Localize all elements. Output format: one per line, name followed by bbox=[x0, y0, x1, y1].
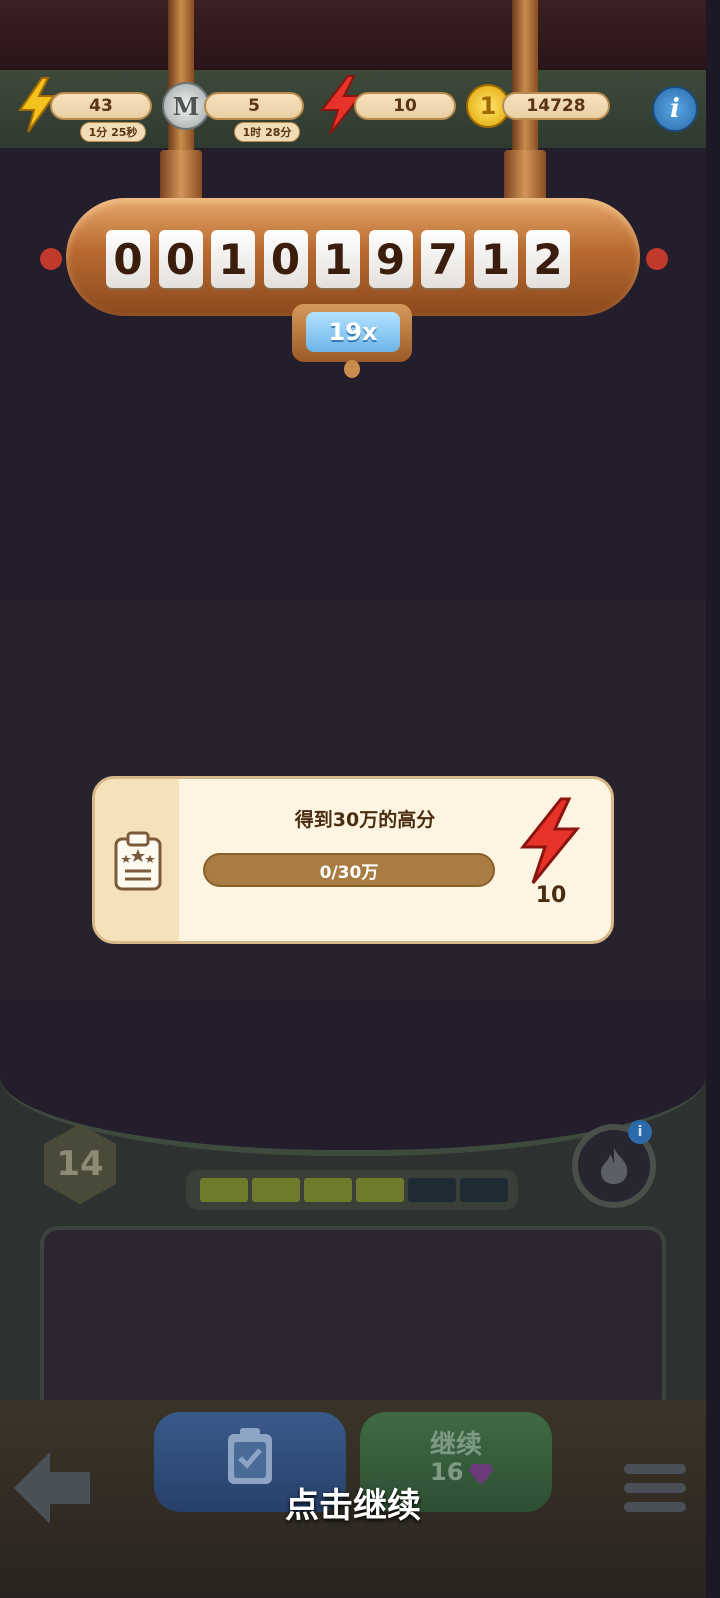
medal-value: 5 bbox=[248, 96, 260, 116]
score-digit: 2 bbox=[526, 230, 570, 288]
right-pipe-joint bbox=[504, 150, 546, 202]
score-digit: 0 bbox=[263, 230, 308, 288]
top-frame bbox=[0, 0, 706, 74]
boost-value: 10 bbox=[393, 96, 417, 116]
energy-counter: 43 bbox=[50, 92, 152, 120]
medal-counter: 5 bbox=[204, 92, 304, 120]
level-progress-segment bbox=[356, 1178, 404, 1202]
energy-value: 43 bbox=[89, 96, 113, 116]
clipboard-stars-icon bbox=[113, 831, 163, 891]
right-valve-icon bbox=[646, 248, 668, 270]
level-progress-segment bbox=[252, 1178, 300, 1202]
drip-icon bbox=[344, 360, 360, 378]
fire-info-icon[interactable]: i bbox=[628, 1120, 652, 1144]
m-coin-letter: M bbox=[172, 91, 200, 121]
fire-icon bbox=[601, 1148, 628, 1184]
multiplier-value: 19x bbox=[306, 312, 400, 352]
level-progress-segment bbox=[460, 1178, 508, 1202]
mission-title: 得到30万的高分 bbox=[294, 809, 436, 831]
tap-to-continue-text[interactable]: 点击继续 bbox=[0, 1478, 706, 1527]
energy-timer: 1分 25秒 bbox=[80, 122, 146, 142]
continue-label: 继续 bbox=[429, 1430, 482, 1460]
level-number: 14 bbox=[56, 1144, 104, 1184]
score-digit: 9 bbox=[368, 230, 413, 288]
fire-info-label: i bbox=[637, 1124, 643, 1140]
left-pipe-joint bbox=[160, 150, 202, 202]
level-progress-segment bbox=[200, 1178, 248, 1202]
score-digit: 7 bbox=[421, 230, 465, 288]
board-panel bbox=[40, 1226, 666, 1416]
info-icon: i bbox=[670, 94, 680, 124]
score-digit: 0 bbox=[106, 230, 150, 288]
m-coin-icon: M bbox=[162, 82, 210, 130]
mission-card[interactable]: 得到30万的高分 0/30万 10 bbox=[92, 776, 614, 944]
score-digit: 1 bbox=[316, 230, 360, 288]
reward-lightning-icon bbox=[515, 797, 585, 885]
level-progress-segment bbox=[408, 1178, 456, 1202]
coin-counter: 14728 bbox=[502, 92, 610, 120]
mission-reward-value: 10 bbox=[535, 883, 567, 908]
gold-coin-label: 1 bbox=[479, 92, 497, 120]
score-digit: 0 bbox=[158, 230, 203, 288]
score-digit: 1 bbox=[211, 230, 255, 288]
boost-counter: 10 bbox=[354, 92, 456, 120]
info-button[interactable]: i bbox=[652, 86, 698, 132]
medal-timer: 1时 28分 bbox=[234, 122, 300, 142]
mission-progress-bar: 0/30万 bbox=[203, 853, 495, 887]
mission-progress-text: 0/30万 bbox=[319, 862, 379, 883]
coin-value: 14728 bbox=[526, 96, 586, 116]
score-digit: 1 bbox=[473, 230, 518, 288]
level-progress-segment bbox=[304, 1178, 352, 1202]
left-valve-icon bbox=[40, 248, 62, 270]
